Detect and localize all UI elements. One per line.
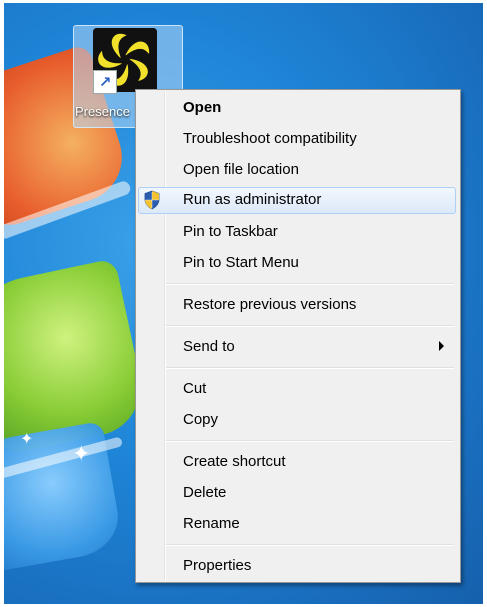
sparkle-icon: ✦ — [72, 442, 91, 467]
menu-item-label: Properties — [183, 557, 252, 574]
menu-separator — [166, 367, 454, 369]
desktop-shortcut-label[interactable]: Presence — [75, 104, 135, 124]
menu-item-label: Delete — [183, 484, 227, 501]
uac-shield-icon — [143, 190, 161, 210]
menu-separator — [166, 283, 454, 285]
menu-item-troubleshoot-compatibility[interactable]: Troubleshoot compatibility — [138, 126, 456, 151]
menu-item-run-as-administrator[interactable]: Run as administrator — [138, 187, 456, 214]
menu-item-label: Run as administrator — [183, 191, 322, 208]
menu-item-label: Send to — [183, 338, 235, 355]
menu-item-pin-to-taskbar[interactable]: Pin to Taskbar — [138, 219, 456, 244]
menu-item-label: Copy — [183, 411, 219, 428]
menu-item-send-to[interactable]: Send to — [138, 334, 456, 359]
menu-item-open-file-location[interactable]: Open file location — [138, 157, 456, 182]
menu-item-restore-previous-versions[interactable]: Restore previous versions — [138, 292, 456, 317]
menu-item-label: Cut — [183, 380, 207, 397]
submenu-arrow-icon — [439, 341, 444, 351]
menu-item-label: Create shortcut — [183, 453, 286, 470]
menu-item-properties[interactable]: Properties — [138, 553, 456, 578]
shortcut-arrow-icon: ↗ — [93, 70, 117, 94]
menu-separator — [166, 544, 454, 546]
menu-item-rename[interactable]: Rename — [138, 511, 456, 536]
context-menu: Open Troubleshoot compatibility Open fil… — [135, 89, 461, 583]
menu-item-delete[interactable]: Delete — [138, 480, 456, 505]
menu-item-copy[interactable]: Copy — [138, 407, 456, 432]
menu-item-open[interactable]: Open — [138, 95, 456, 120]
menu-item-cut[interactable]: Cut — [138, 376, 456, 401]
menu-item-label: Open — [183, 99, 222, 116]
menu-item-pin-to-start-menu[interactable]: Pin to Start Menu — [138, 250, 456, 275]
menu-item-label: Open file location — [183, 161, 299, 178]
sparkle-icon: ✦ — [20, 429, 34, 448]
menu-separator — [166, 325, 454, 327]
menu-item-label: Pin to Start Menu — [183, 254, 299, 271]
menu-item-label: Restore previous versions — [183, 296, 357, 313]
menu-item-label: Pin to Taskbar — [183, 223, 278, 240]
menu-separator — [166, 440, 454, 442]
menu-item-create-shortcut[interactable]: Create shortcut — [138, 449, 456, 474]
menu-item-label: Rename — [183, 515, 240, 532]
menu-item-label: Troubleshoot compatibility — [183, 130, 357, 147]
